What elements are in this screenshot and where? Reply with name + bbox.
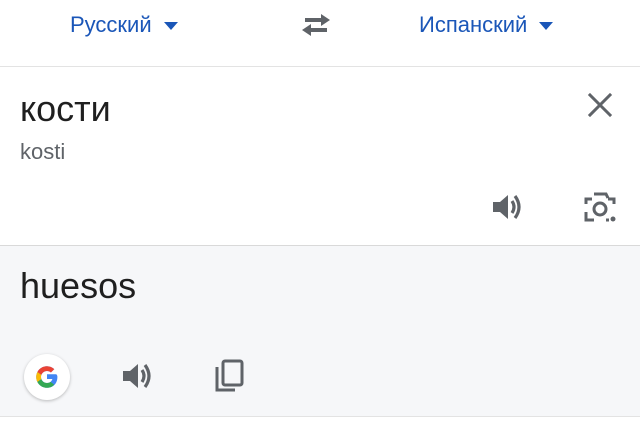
language-bar: Русский Испанский [0, 0, 640, 67]
camera-icon [584, 192, 616, 222]
copy-icon [215, 359, 244, 392]
translation-listen-button[interactable] [116, 354, 160, 398]
speaker-icon [123, 364, 151, 388]
target-language-selector[interactable]: Испанский [419, 8, 554, 42]
source-panel: кости kosti [0, 67, 640, 246]
google-logo-icon [36, 366, 58, 388]
swap-arrows-icon [302, 14, 330, 36]
close-icon [587, 92, 613, 118]
camera-translate-button[interactable] [578, 185, 622, 229]
clear-button[interactable] [578, 83, 622, 127]
source-language-label: Русский [70, 12, 152, 37]
transliteration-text: kosti [20, 139, 66, 164]
swap-languages-button[interactable] [296, 8, 336, 42]
translation-text: huesos [20, 265, 137, 306]
bottom-area [0, 417, 640, 430]
translate-app: Русский Испанский кости kosti huesos [0, 0, 640, 430]
copy-translation-button[interactable] [207, 354, 251, 398]
translation-panel: huesos [0, 246, 640, 417]
chevron-down-icon [163, 22, 178, 30]
chevron-down-icon [539, 22, 554, 30]
speaker-icon [493, 195, 521, 219]
google-search-button[interactable] [24, 354, 70, 400]
source-input-text[interactable]: кости [20, 87, 111, 131]
source-language-selector[interactable]: Русский [70, 8, 178, 42]
target-language-label: Испанский [419, 12, 528, 37]
source-listen-button[interactable] [486, 185, 530, 229]
